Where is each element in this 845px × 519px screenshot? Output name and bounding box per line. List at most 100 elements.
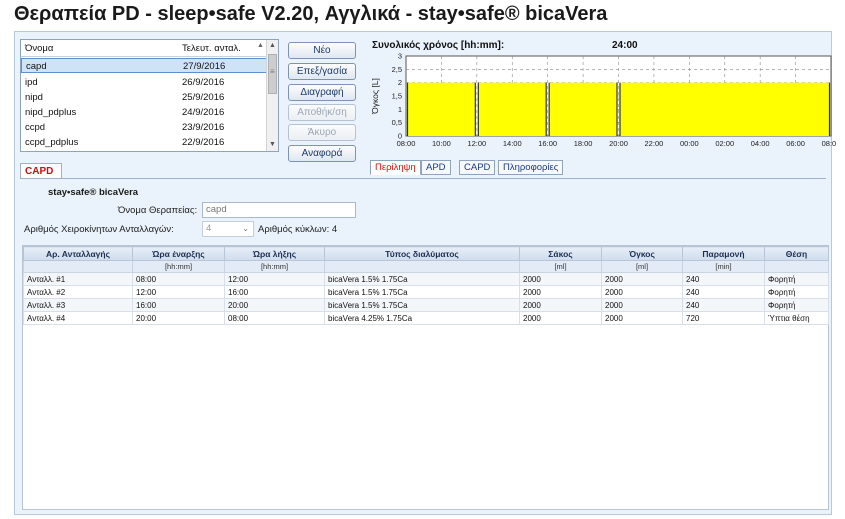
x-tick-label: 16:00	[538, 139, 557, 148]
therapy-name: ipd	[25, 77, 38, 88]
therapy-date: 23/9/2016	[182, 122, 225, 133]
table-cell: Ανταλλ. #4	[23, 311, 133, 325]
therapy-name-input[interactable]: capd	[202, 202, 356, 218]
x-tick-label: 14:00	[503, 139, 522, 148]
column-header[interactable]: Ώρα λήξης	[224, 246, 325, 261]
therapy-row[interactable]: capd 27/9/2016	[21, 58, 267, 73]
therapy-row[interactable]: ccpd_pdplus 22/9/2016	[21, 134, 267, 149]
y-tick-label: 1,5	[392, 92, 402, 101]
table-cell: 2000	[519, 311, 602, 325]
table-cell: 2000	[519, 272, 602, 286]
table-cell: 720	[682, 311, 765, 325]
table-cell: Φορητή	[764, 272, 829, 286]
tab-info[interactable]: Πληροφορίες	[498, 160, 564, 175]
volume-bar	[478, 82, 547, 136]
edit-button[interactable]: Επεξ/γασία	[288, 63, 356, 80]
table-cell: Φορητή	[764, 298, 829, 312]
column-header[interactable]: Τύπος διαλύματος	[324, 246, 520, 261]
delete-button[interactable]: Διαγραφή	[288, 84, 356, 101]
table-cell: 12:00	[224, 272, 325, 286]
scroll-up-icon[interactable]: ▲	[267, 40, 278, 52]
column-unit	[23, 260, 133, 273]
table-cell: 2000	[601, 272, 683, 286]
y-tick-label: 0	[398, 132, 402, 141]
table-row[interactable]: Ανταλλ. #1 08:00 12:00 bicaVera 1.5% 1.75Ca…	[23, 272, 829, 286]
column-unit: [hh:mm]	[132, 260, 225, 273]
column-header[interactable]: Ώρα έναρξης	[132, 246, 225, 261]
y-tick-label: 0,5	[392, 118, 402, 127]
column-unit	[324, 260, 520, 273]
table-cell: 2000	[519, 298, 602, 312]
scroll-thumb[interactable]	[268, 54, 277, 94]
new-button[interactable]: Νέο	[288, 42, 356, 59]
tab-capd[interactable]: CAPD	[459, 160, 496, 175]
therapy-row[interactable]: ccpd 23/9/2016	[21, 119, 267, 134]
manual-exchanges-select[interactable]: 4 ⌄	[202, 221, 254, 237]
table-cell: 2000	[601, 285, 683, 299]
table-row[interactable]: Ανταλλ. #3 16:00 20:00 bicaVera 1.5% 1.75Ca…	[23, 298, 829, 312]
column-unit: [min]	[682, 260, 765, 273]
column-unit: [ml]	[601, 260, 683, 273]
tab-apd[interactable]: APD	[421, 160, 451, 175]
volume-chart: 08:00 10:00 12:00 14:00 16:00 18:00 20:00 22:00…	[370, 52, 836, 148]
chevron-down-icon: ⌄	[242, 224, 249, 233]
cancel-button[interactable]: Άκυρο	[288, 124, 356, 141]
table-cell: 240	[682, 298, 765, 312]
column-header[interactable]: Θέση	[764, 246, 829, 261]
x-tick-label: 22:00	[645, 139, 664, 148]
report-button[interactable]: Αναφορά	[288, 145, 356, 162]
therapy-date: 22/9/2016	[182, 137, 225, 148]
volume-bar	[620, 82, 830, 136]
manual-exchanges-value: 4	[206, 223, 212, 234]
x-tick-label: 18:00	[574, 139, 593, 148]
table-cell: 12:00	[132, 285, 225, 299]
therapy-list-header: Όνομα Τελευτ. ανταλ. ▲	[21, 40, 267, 57]
chart-total-label: Συνολικός χρόνος [hh:mm]:	[372, 40, 505, 51]
table-cell: bicaVera 1.5% 1.75Ca	[324, 298, 520, 312]
column-header[interactable]: Αρ. Ανταλλαγής	[23, 246, 133, 261]
therapy-name: ccpd	[25, 122, 46, 133]
x-tick-label: 06:00	[786, 139, 805, 148]
therapy-list-scrollbar[interactable]: ▲ ▼	[266, 40, 278, 151]
save-button[interactable]: Αποθήκ/ση	[288, 104, 356, 121]
column-header[interactable]: Σάκος	[519, 246, 602, 261]
therapy-date: 25/9/2016	[182, 92, 225, 103]
column-header-last-changed[interactable]: Τελευτ. ανταλ.	[182, 43, 241, 54]
x-tick-label: 04:00	[751, 139, 770, 148]
column-header[interactable]: Όγκος	[601, 246, 683, 261]
table-cell: 16:00	[224, 285, 325, 299]
table-cell: 240	[682, 285, 765, 299]
table-cell: 20:00	[224, 298, 325, 312]
y-tick-label: 1	[398, 105, 402, 114]
therapy-name: nipd	[25, 92, 43, 103]
table-cell: bicaVera 1.5% 1.75Ca	[324, 272, 520, 286]
tab-summary[interactable]: Περίληψη	[370, 160, 421, 175]
table-cell: 240	[682, 272, 765, 286]
therapy-row[interactable]: ipd 26/9/2016	[21, 74, 267, 89]
therapy-list[interactable]: Όνομα Τελευτ. ανταλ. ▲ capd 27/9/2016 ip…	[20, 39, 279, 152]
therapy-name-label: Όνομα Θεραπείας:	[118, 205, 198, 216]
volume-bar	[549, 82, 617, 136]
table-cell: 2000	[601, 311, 683, 325]
table-cell: Ύπτια θέση	[764, 311, 829, 325]
table-header-row: Αρ. Ανταλλαγής Ώρα έναρξης Ώρα λήξης Τύπος …	[23, 246, 829, 261]
column-header-name[interactable]: Όνομα	[25, 43, 53, 54]
therapy-row[interactable]: nipd_pdplus 24/9/2016	[21, 104, 267, 119]
x-tick-label: 08:00	[822, 139, 836, 148]
tab-capd-main[interactable]: CAPD	[20, 163, 62, 179]
table-row[interactable]: Ανταλλ. #4 20:00 08:00 bicaVera 4.25% 1.75C…	[23, 311, 829, 325]
table-cell: 16:00	[132, 298, 225, 312]
y-tick-label: 3	[398, 52, 402, 61]
x-tick-label: 00:00	[680, 139, 699, 148]
x-tick-label: 12:00	[467, 139, 486, 148]
table-cell: Ανταλλ. #2	[23, 285, 133, 299]
column-header[interactable]: Παραμονή	[682, 246, 765, 261]
therapy-date: 26/9/2016	[182, 77, 225, 88]
sort-arrow-icon: ▲	[257, 42, 264, 49]
table-row[interactable]: Ανταλλ. #2 12:00 16:00 bicaVera 1.5% 1.75Ca…	[23, 285, 829, 299]
scroll-down-icon[interactable]: ▼	[267, 139, 278, 151]
therapy-row[interactable]: nipd 25/9/2016	[21, 89, 267, 104]
y-axis-label: Όγκος [L]	[370, 78, 380, 115]
therapy-date: 27/9/2016	[183, 61, 226, 72]
window-title: Θεραπεία PD - sleep•safe V2.20, Αγγλικά …	[14, 3, 608, 25]
